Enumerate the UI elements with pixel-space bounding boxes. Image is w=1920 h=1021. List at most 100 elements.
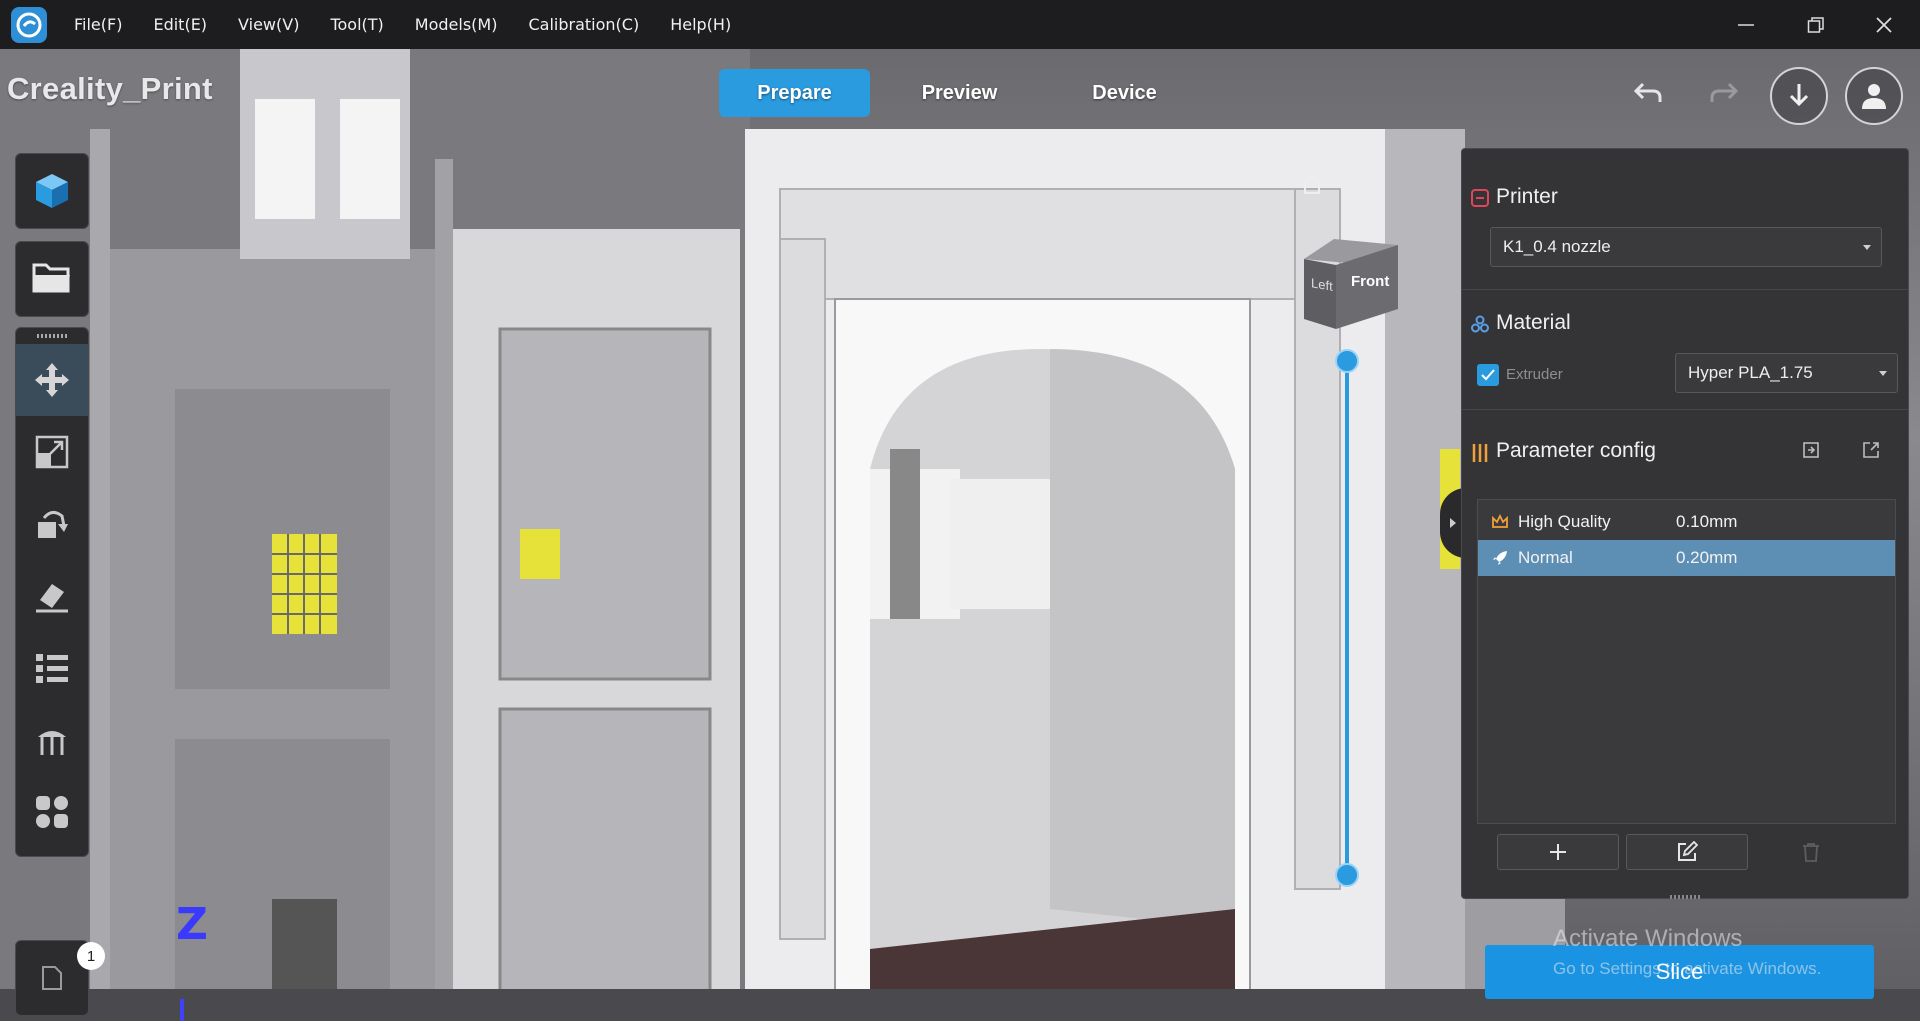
list-icon bbox=[36, 654, 68, 683]
app-title: Creality_Print bbox=[7, 71, 213, 106]
material-section-title: Material bbox=[1496, 311, 1571, 334]
menu-models[interactable]: Models(M) bbox=[415, 15, 498, 34]
menu-bar: File(F) Edit(E) View(V) Tool(T) Models(M… bbox=[74, 15, 762, 34]
move-tool-button[interactable] bbox=[16, 344, 88, 416]
profile-name: High Quality bbox=[1518, 512, 1611, 531]
profile-row-high-quality[interactable]: High Quality 0.10mm bbox=[1478, 504, 1895, 540]
checkmark-icon bbox=[1481, 369, 1495, 381]
crown-icon bbox=[1491, 513, 1509, 531]
import-config-button[interactable] bbox=[1802, 441, 1820, 464]
app-logo-icon bbox=[11, 6, 47, 43]
windows-activation-watermark: Activate Windows Go to Settings to activ… bbox=[1553, 925, 1821, 979]
rotate-icon bbox=[38, 511, 68, 538]
view-cube[interactable]: Left Front bbox=[1296, 229, 1401, 329]
menu-calibration[interactable]: Calibration(C) bbox=[528, 15, 639, 34]
rocket-icon bbox=[1491, 549, 1509, 567]
export-config-button[interactable] bbox=[1862, 441, 1880, 464]
grip-icon bbox=[1670, 895, 1700, 899]
parameter-profile-list: High Quality 0.10mm Normal 0.20mm bbox=[1477, 499, 1896, 824]
move-icon bbox=[35, 363, 69, 397]
scale-icon bbox=[35, 435, 69, 469]
app-window: File(F) Edit(E) View(V) Tool(T) Models(M… bbox=[0, 0, 1920, 1021]
menu-edit[interactable]: Edit(E) bbox=[153, 15, 207, 34]
plus-icon bbox=[1550, 844, 1566, 860]
printer-select[interactable]: K1_0.4 nozzle bbox=[1490, 227, 1882, 267]
menu-view[interactable]: View(V) bbox=[238, 15, 299, 34]
settings-panel: Printer K1_0.4 nozzle Material Extruder … bbox=[1461, 148, 1909, 899]
title-bar: File(F) Edit(E) View(V) Tool(T) Models(M… bbox=[0, 0, 1920, 49]
scale-tool-button[interactable] bbox=[16, 416, 88, 488]
undo-button[interactable] bbox=[1631, 78, 1665, 108]
transform-toolbar bbox=[15, 327, 89, 857]
view-cube-front-label: Front bbox=[1351, 273, 1390, 290]
add-profile-button[interactable] bbox=[1497, 834, 1619, 870]
close-button[interactable] bbox=[1856, 0, 1912, 49]
support-tool-button[interactable] bbox=[16, 704, 88, 776]
document-icon bbox=[42, 966, 62, 990]
lay-flat-tool-button[interactable] bbox=[16, 560, 88, 632]
profile-layer-height: 0.20mm bbox=[1676, 548, 1738, 567]
undo-icon bbox=[1633, 82, 1662, 102]
activation-title: Activate Windows bbox=[1553, 925, 1743, 952]
arrange-icon bbox=[36, 796, 68, 828]
toolbar-drag-handle[interactable] bbox=[16, 328, 88, 344]
printer-section-title: Printer bbox=[1496, 185, 1558, 208]
menu-file[interactable]: File(F) bbox=[74, 15, 122, 34]
rotate-tool-button[interactable] bbox=[16, 488, 88, 560]
support-icon bbox=[38, 731, 66, 755]
object-count-badge: 1 bbox=[77, 942, 105, 970]
delete-profile-button[interactable] bbox=[1802, 842, 1820, 867]
layer-slider-top-handle[interactable] bbox=[1335, 349, 1359, 373]
minimize-button[interactable] bbox=[1718, 0, 1774, 49]
chevron-right-icon bbox=[1450, 518, 1456, 528]
user-icon bbox=[1862, 84, 1886, 109]
account-button[interactable] bbox=[1845, 67, 1903, 125]
edit-icon bbox=[1678, 841, 1698, 861]
edit-profile-button[interactable] bbox=[1626, 834, 1748, 870]
extruder-checkbox[interactable] bbox=[1477, 364, 1499, 386]
open-file-group bbox=[15, 241, 89, 317]
tab-device[interactable]: Device bbox=[1049, 69, 1200, 117]
mode-tabs: Prepare Preview Device bbox=[719, 69, 1214, 117]
chevron-down-icon bbox=[1879, 371, 1887, 376]
home-view-icon[interactable] bbox=[1300, 173, 1324, 200]
close-icon bbox=[1876, 16, 1892, 33]
object-list-tool-button[interactable] bbox=[16, 632, 88, 704]
restore-button[interactable] bbox=[1788, 0, 1844, 49]
printer-icon bbox=[1471, 189, 1489, 207]
parameter-config-icon bbox=[1471, 443, 1489, 462]
chevron-down-icon bbox=[1863, 245, 1871, 250]
parameter-config-title: Parameter config bbox=[1496, 439, 1656, 462]
download-button[interactable] bbox=[1770, 67, 1828, 125]
download-icon bbox=[1789, 84, 1809, 107]
open-folder-icon bbox=[32, 263, 70, 293]
tab-prepare[interactable]: Prepare bbox=[719, 69, 870, 117]
trash-icon bbox=[1803, 843, 1819, 862]
layer-slider-bottom-handle[interactable] bbox=[1335, 863, 1359, 887]
add-model-button[interactable] bbox=[16, 154, 88, 226]
grip-icon bbox=[37, 334, 67, 338]
redo-button[interactable] bbox=[1707, 78, 1741, 108]
add-model-icon bbox=[36, 174, 68, 208]
open-file-button[interactable] bbox=[16, 242, 88, 314]
tab-preview[interactable]: Preview bbox=[884, 69, 1035, 117]
menu-tool[interactable]: Tool(T) bbox=[330, 15, 383, 34]
material-select-value: Hyper PLA_1.75 bbox=[1688, 363, 1813, 382]
arrange-tool-button[interactable] bbox=[16, 776, 88, 848]
profile-layer-height: 0.10mm bbox=[1676, 512, 1738, 531]
profile-row-normal[interactable]: Normal 0.20mm bbox=[1478, 540, 1895, 576]
add-model-group bbox=[15, 153, 89, 229]
menu-help[interactable]: Help(H) bbox=[670, 15, 731, 34]
extruder-label: Extruder bbox=[1506, 366, 1563, 383]
panel-resize-handle[interactable] bbox=[1670, 887, 1700, 899]
z-axis-label: Z bbox=[176, 899, 208, 950]
activation-subtitle: Go to Settings to activate Windows. bbox=[1553, 959, 1822, 978]
minimize-icon bbox=[1738, 23, 1754, 26]
material-select[interactable]: Hyper PLA_1.75 bbox=[1675, 353, 1898, 393]
import-icon bbox=[1803, 442, 1819, 458]
restore-icon bbox=[1807, 16, 1824, 33]
layer-slider-track[interactable] bbox=[1345, 361, 1349, 875]
divider bbox=[1462, 409, 1908, 410]
profile-name: Normal bbox=[1518, 548, 1573, 567]
export-icon bbox=[1863, 442, 1879, 458]
